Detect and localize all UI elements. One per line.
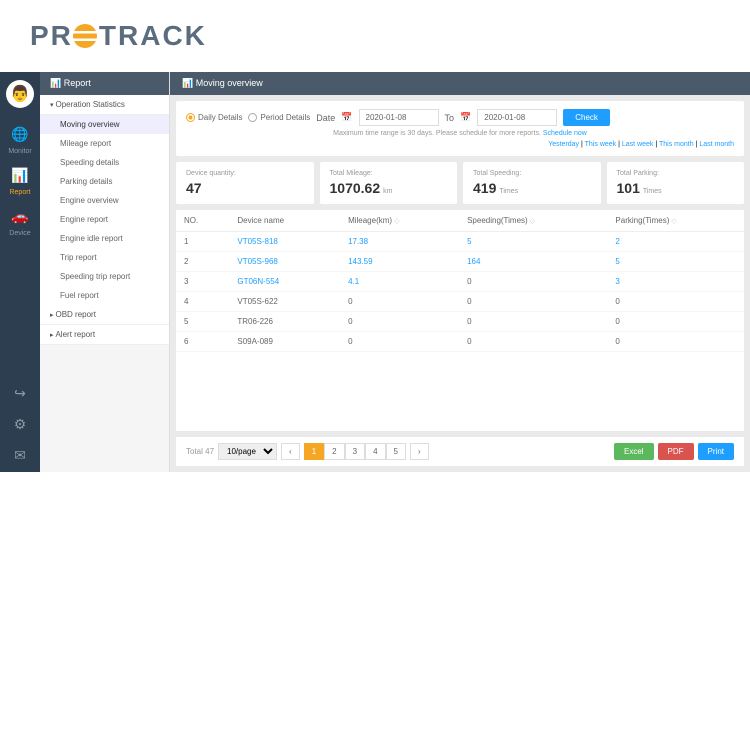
tree-child[interactable]: Speeding trip report bbox=[40, 267, 169, 286]
page-button[interactable]: 5 bbox=[386, 443, 406, 460]
radio-period[interactable]: Period Details bbox=[248, 113, 310, 122]
radio-daily[interactable]: Daily Details bbox=[186, 113, 242, 122]
main-panel: 📊 Moving overview Daily Details Period D… bbox=[170, 72, 750, 472]
sort-icon: ◇ bbox=[671, 218, 676, 225]
main-header: 📊 Moving overview bbox=[170, 72, 750, 95]
tree-child[interactable]: Trip report bbox=[40, 248, 169, 267]
tree-child[interactable]: Moving overview bbox=[40, 115, 169, 134]
col-header[interactable]: Device name bbox=[229, 210, 340, 232]
calendar-icon: 📅 bbox=[341, 112, 352, 123]
cell-link[interactable]: 4.1 bbox=[348, 277, 359, 286]
total-label: Total 47 bbox=[186, 447, 214, 456]
quick-links: Yesterday | This week | Last week | This… bbox=[186, 141, 734, 148]
nav-report[interactable]: 📊Report bbox=[0, 161, 40, 202]
cell-link[interactable]: VT05S-818 bbox=[237, 237, 277, 246]
logo-icon bbox=[73, 24, 97, 48]
table-wrap: NO.Device nameMileage(km)◇Speeding(Times… bbox=[176, 210, 744, 431]
stat-card: Total Speeding:419Times bbox=[463, 162, 601, 204]
table-row: 5TR06-226000 bbox=[176, 312, 744, 332]
pdf-button[interactable]: PDF bbox=[658, 443, 694, 460]
tree-child[interactable]: Speeding details bbox=[40, 153, 169, 172]
util-icon[interactable]: ✉ bbox=[0, 441, 40, 472]
report-icon: 📊 bbox=[0, 167, 40, 184]
table-row: 4VT05S-622000 bbox=[176, 292, 744, 312]
page-button[interactable]: 3 bbox=[345, 443, 365, 460]
hint-text: Maximum time range is 30 days. Please sc… bbox=[186, 130, 734, 137]
logo: PRTRACK bbox=[30, 20, 720, 52]
monitor-icon: 🌐 bbox=[0, 126, 40, 143]
util-icon[interactable]: ↪ bbox=[0, 379, 40, 410]
table-row: 2VT05S-968143.591645 bbox=[176, 252, 744, 272]
cell-link[interactable]: VT05S-968 bbox=[237, 257, 277, 266]
tree-child[interactable]: Parking details bbox=[40, 172, 169, 191]
cell-link[interactable]: 3 bbox=[615, 277, 619, 286]
sort-icon: ◇ bbox=[530, 218, 535, 225]
util-icon[interactable]: ⚙ bbox=[0, 410, 40, 441]
col-header[interactable]: Mileage(km)◇ bbox=[340, 210, 459, 232]
radio-icon bbox=[248, 113, 257, 122]
footer-bar: Total 47 10/page ‹ 12345 › Excel PDF Pri… bbox=[176, 437, 744, 466]
col-header[interactable]: Parking(Times)◇ bbox=[607, 210, 744, 232]
nav-device[interactable]: 🚗Device bbox=[0, 202, 40, 243]
col-header[interactable]: NO. bbox=[176, 210, 229, 232]
cell-link[interactable]: 17.38 bbox=[348, 237, 368, 246]
per-page-select[interactable]: 10/page bbox=[218, 443, 277, 460]
quick-link[interactable]: Last month bbox=[699, 141, 734, 148]
tree-group[interactable]: Alert report bbox=[40, 325, 169, 345]
tree-child[interactable]: Engine overview bbox=[40, 191, 169, 210]
stats-row: Device quantity:47Total Mileage:1070.62k… bbox=[176, 162, 744, 204]
page-button[interactable]: 2 bbox=[324, 443, 344, 460]
check-button[interactable]: Check bbox=[563, 109, 610, 126]
quick-link[interactable]: Last week bbox=[622, 141, 654, 148]
next-page-button[interactable]: › bbox=[410, 443, 429, 460]
tree-group[interactable]: Operation Statistics bbox=[40, 95, 169, 115]
prev-page-button[interactable]: ‹ bbox=[281, 443, 300, 460]
cell-link[interactable]: 143.59 bbox=[348, 257, 372, 266]
navbar: 👨 🌐Monitor📊Report🚗Device ↪⚙✉ bbox=[0, 72, 40, 472]
logo-area: PRTRACK bbox=[0, 0, 750, 72]
tree-child[interactable]: Mileage report bbox=[40, 134, 169, 153]
sidebar-header: 📊 Report bbox=[40, 72, 169, 95]
sort-icon: ◇ bbox=[394, 218, 399, 225]
page-button[interactable]: 1 bbox=[304, 443, 324, 460]
table-row: 6S09A-089000 bbox=[176, 332, 744, 352]
cell-link[interactable]: 2 bbox=[615, 237, 619, 246]
stat-card: Total Parking:101Times bbox=[607, 162, 745, 204]
quick-link[interactable]: This month bbox=[659, 141, 694, 148]
quick-link[interactable]: This week bbox=[585, 141, 617, 148]
col-header[interactable]: Speeding(Times)◇ bbox=[459, 210, 607, 232]
table-row: 3GT06N-5544.103 bbox=[176, 272, 744, 292]
cell-link[interactable]: 5 bbox=[467, 237, 471, 246]
filter-bar: Daily Details Period Details Date 📅 To 📅… bbox=[176, 101, 744, 156]
device-icon: 🚗 bbox=[0, 208, 40, 225]
to-label: To bbox=[445, 113, 455, 123]
nav-monitor[interactable]: 🌐Monitor bbox=[0, 120, 40, 161]
date-label: Date bbox=[316, 113, 335, 123]
radio-icon bbox=[186, 113, 195, 122]
calendar-icon: 📅 bbox=[460, 112, 471, 123]
avatar[interactable]: 👨 bbox=[6, 80, 34, 108]
cell-link[interactable]: 5 bbox=[615, 257, 619, 266]
app-window: 👨 🌐Monitor📊Report🚗Device ↪⚙✉ 📊 Report Op… bbox=[0, 72, 750, 472]
cell-link[interactable]: GT06N-554 bbox=[237, 277, 279, 286]
schedule-link[interactable]: Schedule now bbox=[543, 130, 587, 137]
quick-link[interactable]: Yesterday bbox=[548, 141, 579, 148]
pagination: Total 47 10/page ‹ 12345 › bbox=[186, 443, 429, 460]
date-from-input[interactable] bbox=[359, 109, 439, 126]
tree-group[interactable]: OBD report bbox=[40, 305, 169, 325]
cell-link[interactable]: 164 bbox=[467, 257, 480, 266]
sidebar: 📊 Report Operation StatisticsMoving over… bbox=[40, 72, 170, 472]
stat-card: Total Mileage:1070.62km bbox=[320, 162, 458, 204]
tree-child[interactable]: Fuel report bbox=[40, 286, 169, 305]
tree-child[interactable]: Engine report bbox=[40, 210, 169, 229]
table-row: 1VT05S-81817.3852 bbox=[176, 232, 744, 252]
print-button[interactable]: Print bbox=[698, 443, 734, 460]
date-to-input[interactable] bbox=[477, 109, 557, 126]
data-table: NO.Device nameMileage(km)◇Speeding(Times… bbox=[176, 210, 744, 352]
excel-button[interactable]: Excel bbox=[614, 443, 654, 460]
page-button[interactable]: 4 bbox=[365, 443, 385, 460]
tree-child[interactable]: Engine idle report bbox=[40, 229, 169, 248]
stat-card: Device quantity:47 bbox=[176, 162, 314, 204]
